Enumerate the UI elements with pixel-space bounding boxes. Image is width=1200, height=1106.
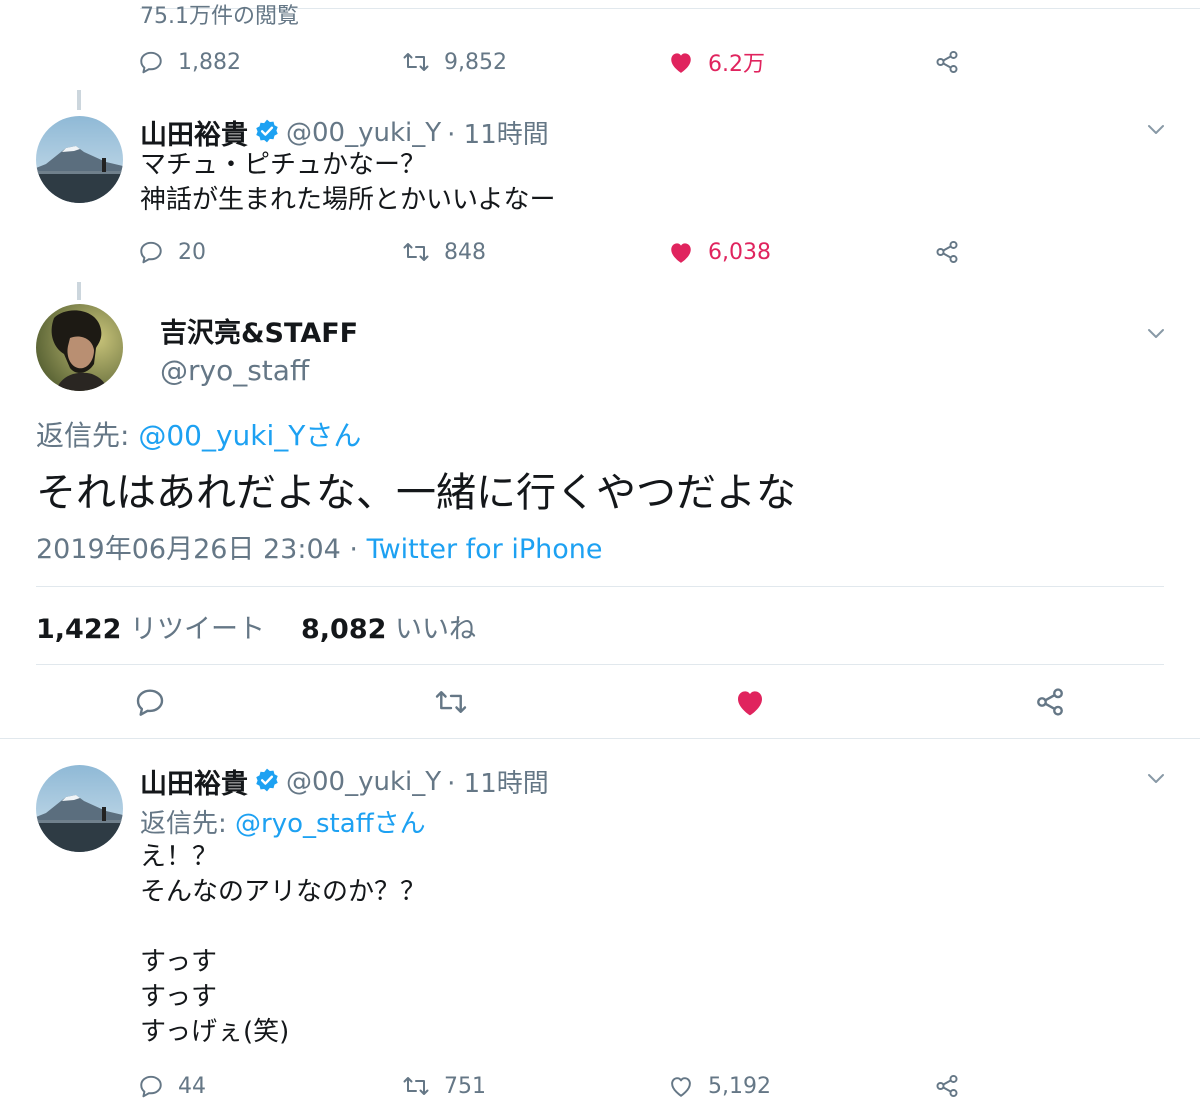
tweet-meta: 2019年06月26日 23:04 · Twitter for iPhone <box>36 527 603 566</box>
like-stat-count: 8,082 <box>301 614 387 645</box>
avatar[interactable] <box>36 765 123 852</box>
reply-count: 1,882 <box>178 49 241 75</box>
share-button[interactable] <box>934 42 960 82</box>
retweet-button[interactable]: 9,852 <box>402 42 507 82</box>
retweet-button[interactable] <box>434 682 468 722</box>
author-name[interactable]: 山田裕貴 <box>140 113 248 152</box>
divider <box>36 586 1164 587</box>
verified-badge-icon <box>254 118 280 148</box>
author-handle[interactable]: @00_yuki_Y <box>286 118 441 148</box>
share-icon <box>934 49 960 75</box>
author-name[interactable]: 吉沢亮&STAFF <box>160 311 358 350</box>
tweet-text: マチュ・ピチュかなー？ 神話が生まれた場所とかいいよなー <box>140 148 555 218</box>
reply-count: 20 <box>178 239 206 265</box>
retweet-count: 848 <box>444 239 486 265</box>
tweet-source[interactable]: Twitter for iPhone <box>367 534 603 565</box>
reply-button[interactable]: 1,882 <box>138 42 241 82</box>
tweet-line <box>140 910 426 945</box>
reply-count: 44 <box>178 1073 206 1099</box>
chevron-down-icon[interactable] <box>1145 322 1167 348</box>
retweet-count: 9,852 <box>444 49 507 75</box>
divider <box>0 738 1200 739</box>
reply-icon <box>134 686 166 718</box>
verified-badge-icon <box>254 767 280 797</box>
reply-icon <box>138 49 164 75</box>
share-button[interactable] <box>934 232 960 272</box>
reply-button[interactable]: 44 <box>138 1066 206 1106</box>
heart-icon <box>668 50 694 74</box>
tweet-time[interactable]: · 11時間 <box>447 114 549 151</box>
reply-context: 返信先: @00_yuki_Yさん <box>36 414 361 454</box>
reply-icon <box>138 239 164 265</box>
retweet-icon <box>402 239 430 265</box>
tweet-line: そんなのアリなのか？？ <box>140 877 427 907</box>
author-line: 山田裕貴 @00_yuki_Y · 11時間 <box>140 762 549 801</box>
retweet-stat-label: リツイート <box>130 614 265 645</box>
retweet-icon <box>402 1073 430 1099</box>
like-stat-label: いいね <box>395 614 476 645</box>
heart-icon <box>668 240 694 264</box>
like-button[interactable]: 6.2万 <box>668 42 765 82</box>
avatar[interactable] <box>36 116 123 203</box>
tweet-line: すっげぇ(笑) <box>140 1017 290 1047</box>
tweet-date[interactable]: 2019年06月26日 23:04 · <box>36 534 367 565</box>
author-name[interactable]: 山田裕貴 <box>140 762 248 801</box>
heart-outline-icon <box>668 1074 694 1098</box>
retweet-icon <box>434 686 468 718</box>
avatar[interactable] <box>36 304 123 391</box>
reply-icon <box>138 1073 164 1099</box>
retweet-icon <box>402 49 430 75</box>
like-stat[interactable]: 8,082 いいね <box>301 607 476 646</box>
retweet-button[interactable]: 751 <box>402 1066 486 1106</box>
reply-to-link[interactable]: @ryo_staffさん <box>235 809 426 839</box>
reply-to-link[interactable]: @00_yuki_Yさん <box>138 419 361 452</box>
tweet-line: え！？ <box>140 842 219 872</box>
retweet-button[interactable]: 848 <box>402 232 486 272</box>
tweet-text: え！？ そんなのアリなのか？？ すっす すっす すっげぇ(笑) <box>140 840 426 1050</box>
like-count: 5,192 <box>708 1073 771 1099</box>
share-button[interactable] <box>934 1066 960 1106</box>
thread-line <box>77 282 81 300</box>
reply-button[interactable]: 20 <box>138 232 206 272</box>
retweet-stat[interactable]: 1,422 リツイート <box>36 607 265 646</box>
tweet-line: すっす <box>140 982 217 1012</box>
tweet-line: すっす <box>140 947 217 977</box>
thread-line <box>77 90 81 110</box>
author-handle[interactable]: @00_yuki_Y <box>286 767 441 797</box>
view-count: 75.1万件の閲覧 <box>140 4 299 29</box>
engagement-stats: 1,422 リツイート 8,082 いいね <box>36 607 476 646</box>
share-button[interactable] <box>1034 682 1066 722</box>
tweet-line: マチュ・ピチュかなー？ <box>140 150 427 180</box>
heart-icon <box>734 687 766 717</box>
reply-prefix: 返信先: <box>36 419 139 452</box>
author-handle[interactable]: @ryo_staff <box>160 354 309 387</box>
share-icon <box>934 239 960 265</box>
tweet-time[interactable]: · 11時間 <box>447 763 549 800</box>
share-icon <box>934 1073 960 1099</box>
like-count: 6.2万 <box>708 52 765 77</box>
divider <box>36 664 1164 665</box>
like-count: 6,038 <box>708 239 771 265</box>
reply-button[interactable] <box>134 682 166 722</box>
main-tweet-text: それはあれだよな、一緒に行くやつだよな <box>36 470 796 516</box>
author-line: 山田裕貴 @00_yuki_Y · 11時間 <box>140 113 549 152</box>
chevron-down-icon[interactable] <box>1145 767 1167 793</box>
like-button[interactable]: 5,192 <box>668 1066 771 1106</box>
retweet-count: 751 <box>444 1073 486 1099</box>
tweet-line: 神話が生まれた場所とかいいよなー <box>140 185 556 215</box>
like-button[interactable] <box>734 682 766 722</box>
reply-context: 返信先: @ryo_staffさん <box>140 803 426 840</box>
chevron-down-icon[interactable] <box>1145 118 1167 144</box>
retweet-stat-count: 1,422 <box>36 614 122 645</box>
share-icon <box>1034 686 1066 718</box>
top-divider <box>140 8 1200 9</box>
like-button[interactable]: 6,038 <box>668 232 771 272</box>
reply-prefix: 返信先: <box>140 809 236 839</box>
